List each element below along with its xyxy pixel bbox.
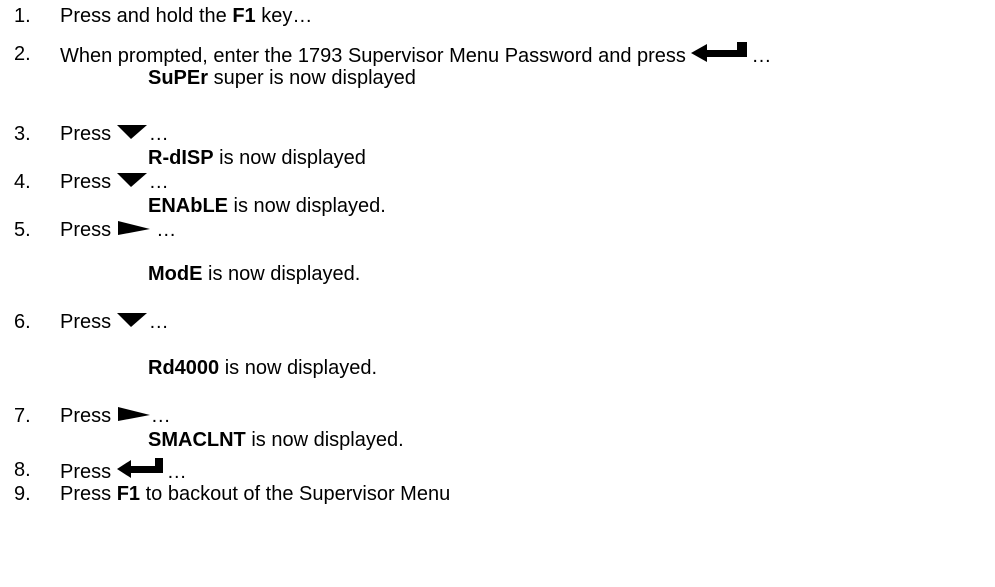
step-number: 7. <box>14 405 31 427</box>
step-number: 6. <box>14 311 31 333</box>
enter-key-icon <box>116 458 167 478</box>
ellipsis: … <box>166 461 187 483</box>
result-text: ModE is now displayed. <box>148 262 360 286</box>
step-number: 1. <box>14 5 31 27</box>
result-text: Rd4000 is now displayed. <box>148 356 377 380</box>
step-number: 8. <box>14 459 31 481</box>
result-description: is now displayed. <box>245 429 404 451</box>
down-arrow-icon <box>116 312 149 328</box>
step-text-pre: Press <box>60 461 117 483</box>
step-text: Press F1 to backout of the Supervisor Me… <box>60 482 450 506</box>
result-description: super is now displayed <box>208 67 416 89</box>
step-text-post: to backout of the Supervisor Menu <box>140 483 451 505</box>
display-code: SMACLNT <box>148 429 246 451</box>
step-text: Press … <box>60 458 187 484</box>
step-text-pre: Press <box>60 405 117 427</box>
enter-key-icon <box>691 42 751 62</box>
step-text: Press … <box>60 310 169 334</box>
step-number: 4. <box>14 171 31 193</box>
step-text-pre: Press <box>60 171 117 193</box>
ellipsis: … <box>148 171 169 193</box>
display-code: ENAbLE <box>148 195 228 217</box>
right-arrow-icon <box>117 406 151 422</box>
step-text-pre: Press <box>60 483 117 505</box>
ellipsis: … <box>150 405 171 427</box>
step-text-pre: Press and hold the <box>60 5 233 27</box>
step-number: 9. <box>14 483 31 505</box>
step-text-pre: When prompted, enter the 1793 Supervisor… <box>60 45 692 67</box>
ellipsis: … <box>148 123 169 145</box>
ellipsis: … <box>150 219 177 241</box>
right-arrow-icon <box>117 220 151 236</box>
result-description: is now displayed. <box>228 195 386 217</box>
down-arrow-icon <box>116 124 149 140</box>
key-name: F1 <box>116 483 141 505</box>
step-text-pre: Press <box>60 123 117 145</box>
display-code: R-dISP <box>148 147 214 169</box>
result-description: is now displayed. <box>202 263 361 285</box>
result-description: is now displayed <box>213 147 366 169</box>
display-code: ModE <box>148 263 203 285</box>
key-name: F1 <box>232 5 256 27</box>
ellipsis: … <box>751 45 772 67</box>
display-code: SuPEr <box>148 67 209 89</box>
result-text: ENAbLE is now displayed. <box>148 194 386 218</box>
step-text-post: key… <box>255 5 313 27</box>
step-number: 3. <box>14 123 31 145</box>
step-number: 2. <box>14 43 31 65</box>
step-text: Press … <box>60 404 171 428</box>
step-text-pre: Press <box>60 219 117 241</box>
instruction-document: 1. Press and hold the F1 key… 2. When pr… <box>0 0 995 587</box>
down-arrow-icon <box>116 172 149 188</box>
result-text: SuPEr super is now displayed <box>148 66 416 90</box>
step-text: Press and hold the F1 key… <box>60 4 312 28</box>
result-description: is now displayed. <box>219 357 378 379</box>
step-text: Press … <box>60 122 169 146</box>
ellipsis: … <box>148 311 169 333</box>
step-text: When prompted, enter the 1793 Supervisor… <box>60 42 771 68</box>
step-text-pre: Press <box>60 311 117 333</box>
step-number: 5. <box>14 219 31 241</box>
result-text: R-dISP is now displayed <box>148 146 366 170</box>
display-code: Rd4000 <box>148 357 220 379</box>
result-text: SMACLNT is now displayed. <box>148 428 404 452</box>
step-text: Press … <box>60 170 169 194</box>
step-text: Press … <box>60 218 176 242</box>
